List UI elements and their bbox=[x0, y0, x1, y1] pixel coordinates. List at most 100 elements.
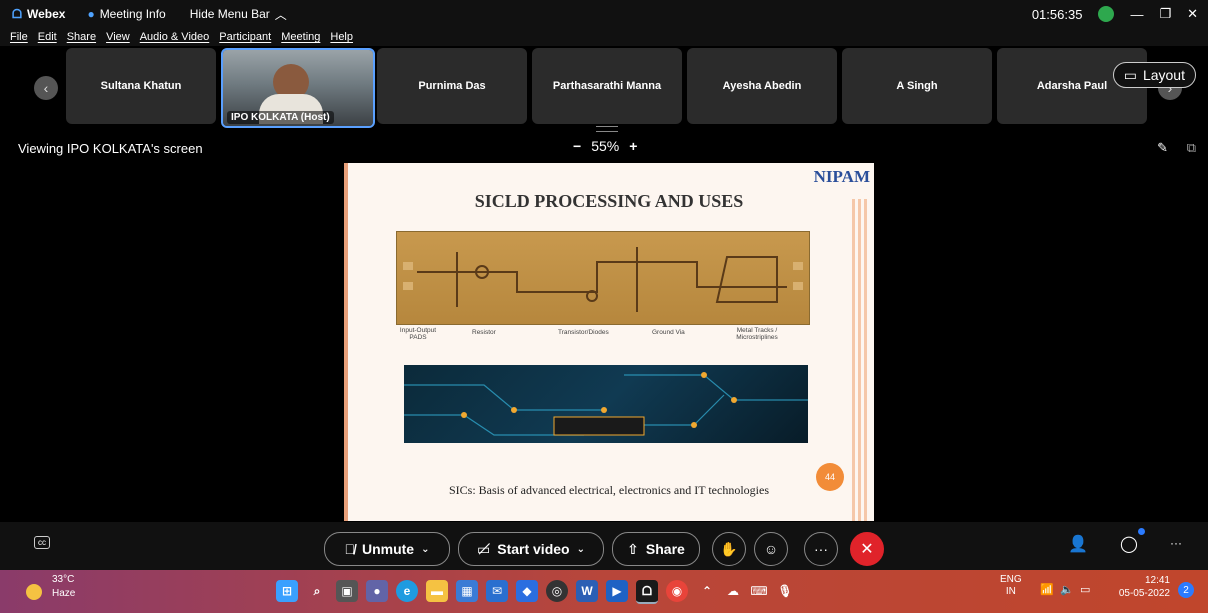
webex-app[interactable]: ᗝ Webex bbox=[12, 7, 65, 22]
menu-edit[interactable]: Edit bbox=[38, 31, 57, 43]
strip-drag-handle[interactable] bbox=[596, 126, 618, 132]
label-transistor: Transistor/Diodes bbox=[558, 329, 609, 336]
restore-button[interactable]: ❐ bbox=[1159, 6, 1171, 22]
mic-muted-icon: 🎙̸ bbox=[344, 541, 355, 557]
chevron-down-icon: ⌄ bbox=[421, 543, 430, 555]
participants-icon[interactable]: 👤 bbox=[1068, 534, 1088, 554]
close-button[interactable]: ✕ bbox=[1187, 6, 1198, 22]
app-name: Webex bbox=[26, 7, 66, 21]
media-player-icon[interactable]: ▶ bbox=[606, 580, 628, 602]
participant-tile[interactable]: Ayesha Abedin bbox=[687, 48, 837, 124]
hide-menu-label: Hide Menu Bar bbox=[189, 7, 270, 21]
search-icon[interactable]: ⌕ bbox=[306, 580, 328, 602]
zoom-controls: − 55% + bbox=[573, 138, 637, 154]
language-indicator[interactable]: ENG IN bbox=[1000, 574, 1022, 598]
start-video-button[interactable]: ▭̸ Start video ⌄ bbox=[458, 532, 604, 566]
windows-taskbar: 33°C Haze ENG IN 📶 🔈 ▭ 12:41 05-05-2022 … bbox=[0, 570, 1208, 613]
slide-right-stripes bbox=[852, 199, 868, 521]
weather-desc: Haze bbox=[52, 588, 76, 599]
start-video-label: Start video bbox=[497, 541, 570, 557]
chat-icon[interactable]: ◯ bbox=[1120, 534, 1138, 554]
edge-icon[interactable]: e bbox=[396, 580, 418, 602]
meeting-info-label: Meeting Info bbox=[99, 7, 166, 21]
zoom-out-button[interactable]: − bbox=[573, 138, 581, 154]
participant-name: A Singh bbox=[896, 80, 938, 92]
participant-tile[interactable]: Sultana Khatun bbox=[66, 48, 216, 124]
participant-tile[interactable]: A Singh bbox=[842, 48, 992, 124]
store-icon[interactable]: ▦ bbox=[456, 580, 478, 602]
share-button[interactable]: ⇧ Share bbox=[612, 532, 700, 566]
microphone-tray-icon[interactable]: 🎙 bbox=[774, 580, 796, 602]
captions-icon[interactable]: cc bbox=[34, 536, 50, 549]
menu-audio-video[interactable]: Audio & Video bbox=[140, 31, 210, 43]
participant-tile[interactable]: Purnima Das bbox=[377, 48, 527, 124]
layout-label: Layout bbox=[1142, 67, 1185, 83]
participant-name: Purnima Das bbox=[418, 80, 486, 92]
end-call-button[interactable]: ✕ bbox=[850, 532, 884, 566]
hidden-icons-chevron[interactable]: ⌃ bbox=[696, 580, 718, 602]
share-icon: ⇧ bbox=[627, 540, 639, 557]
hide-menu-bar-button[interactable]: Hide Menu Bar ︿ bbox=[190, 6, 287, 23]
notification-badge[interactable]: 2 bbox=[1178, 582, 1194, 598]
slide-page-number: 44 bbox=[816, 463, 844, 491]
video-off-icon: ▭̸ bbox=[477, 540, 491, 557]
minimize-button[interactable]: — bbox=[1130, 7, 1143, 22]
nipam-logo: NIPAM bbox=[813, 167, 870, 186]
menu-file[interactable]: File bbox=[10, 31, 28, 43]
more-options-icon[interactable]: ··· bbox=[1170, 536, 1182, 550]
language-region: IN bbox=[1005, 586, 1016, 597]
network-indicator-icon bbox=[1098, 6, 1115, 22]
slide-caption: SICs: Basis of advanced electrical, elec… bbox=[448, 483, 769, 497]
zoom-in-button[interactable]: + bbox=[629, 138, 637, 154]
menu-meeting[interactable]: Meeting bbox=[281, 31, 320, 43]
popout-icon[interactable]: ⧉ bbox=[1187, 140, 1196, 156]
more-label: ··· bbox=[814, 541, 828, 557]
participant-name: Adarsha Paul bbox=[1036, 80, 1108, 92]
title-bar: ᗝ Webex ● Meeting Info Hide Menu Bar ︿ 0… bbox=[0, 0, 1208, 28]
strip-prev-button[interactable]: ‹ bbox=[34, 76, 58, 100]
onedrive-icon[interactable]: ☁ bbox=[722, 580, 744, 602]
meeting-info-button[interactable]: ● Meeting Info bbox=[87, 7, 165, 21]
file-explorer-icon[interactable]: ▬ bbox=[426, 580, 448, 602]
word-icon[interactable]: W bbox=[576, 580, 598, 602]
menu-view[interactable]: View bbox=[106, 31, 130, 43]
keyboard-icon[interactable]: ⌨ bbox=[748, 580, 770, 602]
chat-notification-dot bbox=[1138, 528, 1145, 535]
viewing-bar: Viewing IPO KOLKATA's screen − 55% + ✎ ⧉ bbox=[0, 134, 1208, 162]
system-clock[interactable]: 12:41 05-05-2022 bbox=[1104, 574, 1170, 600]
volume-icon[interactable]: 🔈 bbox=[1060, 583, 1074, 596]
menu-share[interactable]: Share bbox=[67, 31, 96, 43]
more-button[interactable]: ··· bbox=[804, 532, 838, 566]
participant-name: Sultana Khatun bbox=[100, 80, 182, 92]
layout-icon: ▭ bbox=[1123, 66, 1137, 83]
raise-hand-button[interactable]: ✋ bbox=[712, 532, 746, 566]
zoom-level: 55% bbox=[591, 138, 620, 154]
participant-tile[interactable]: Parthasarathi Manna bbox=[532, 48, 682, 124]
obs-icon[interactable]: ◎ bbox=[546, 580, 568, 602]
viewing-label: Viewing IPO KOLKATA's screen bbox=[18, 141, 203, 156]
control-bar: cc 👤 ◯ ··· bbox=[0, 522, 1208, 570]
layout-button[interactable]: ▭ Layout bbox=[1112, 62, 1196, 88]
weather-sun-icon bbox=[26, 584, 42, 600]
participant-tile-host[interactable]: IPO KOLKATA (Host) bbox=[221, 48, 375, 128]
taskbar-date: 05-05-2022 bbox=[1118, 588, 1170, 599]
menu-bar: File Edit Share View Audio & Video Parti… bbox=[0, 28, 1208, 46]
chrome-icon[interactable]: ◉ bbox=[666, 580, 688, 602]
task-view-icon[interactable]: ▣ bbox=[336, 580, 358, 602]
reactions-button[interactable]: ☺ bbox=[754, 532, 788, 566]
circuit-labels: Input-Output PADS Resistor Transistor/Di… bbox=[396, 327, 808, 349]
webex-taskbar-icon[interactable]: ᗝ bbox=[636, 580, 658, 604]
mail-icon[interactable]: ✉ bbox=[486, 580, 508, 602]
teams-chat-icon[interactable]: ● bbox=[366, 580, 388, 602]
unmute-button[interactable]: 🎙̸ Unmute ⌄ bbox=[324, 532, 450, 566]
wifi-icon[interactable]: 📶 bbox=[1040, 583, 1054, 596]
shield-icon: ● bbox=[87, 7, 95, 21]
share-label: Share bbox=[645, 541, 685, 557]
menu-participant[interactable]: Participant bbox=[219, 31, 271, 43]
label-io-pads: Input-Output PADS bbox=[399, 327, 437, 341]
annotate-icon[interactable]: ✎ bbox=[1157, 140, 1168, 156]
battery-icon[interactable]: ▭ bbox=[1080, 583, 1090, 596]
start-button[interactable]: ⊞ bbox=[276, 580, 298, 602]
menu-help[interactable]: Help bbox=[330, 31, 353, 43]
dropbox-icon[interactable]: ◆ bbox=[516, 580, 538, 602]
